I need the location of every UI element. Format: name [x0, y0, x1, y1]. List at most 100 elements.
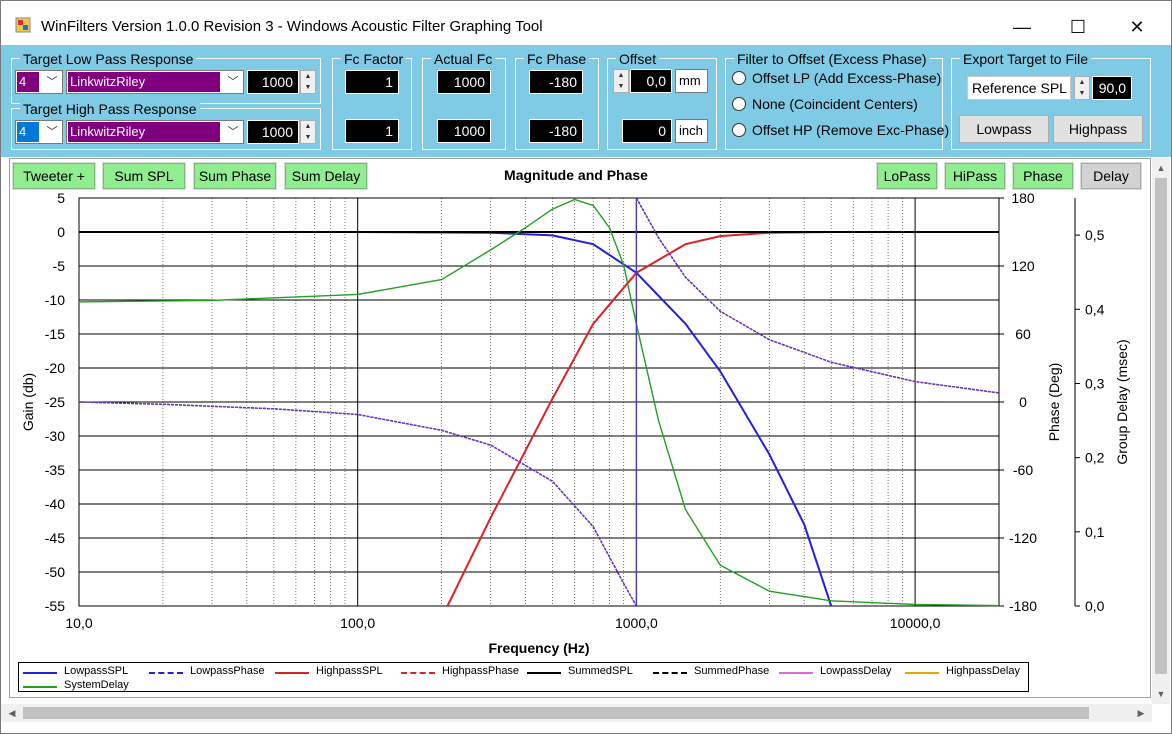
scroll-up-icon[interactable]: ▲	[1153, 160, 1169, 176]
chevron-down-icon: ﹀	[46, 126, 58, 138]
gain-tick-label: 0	[57, 224, 65, 240]
vertical-scrollbar[interactable]: ▲ ▼	[1152, 158, 1170, 704]
gain-tick-label: -10	[45, 292, 65, 308]
gain-tick-label: -30	[45, 428, 65, 444]
series-highpassspl	[446, 231, 999, 607]
offset-inch-input[interactable]: 0	[622, 119, 672, 143]
reference-spl-input[interactable]: 90,0	[1092, 76, 1132, 100]
gain-tick-label: 5	[57, 190, 65, 206]
series-lowpassspl	[79, 231, 833, 607]
delay-tick-label: 0,3	[1085, 375, 1105, 391]
app-icon	[15, 17, 31, 33]
gain-tick-label: -35	[45, 462, 65, 478]
phase-tick-label: -180	[1009, 598, 1037, 614]
export-title: Export Target to File	[960, 51, 1092, 67]
scroll-left-icon[interactable]: ◀	[4, 705, 20, 721]
lowpass-order-value: 4	[17, 72, 39, 92]
tweeter-plus-button[interactable]: Tweeter +	[12, 162, 96, 190]
radio-circle-icon	[732, 97, 746, 111]
minimize-button[interactable]: —	[1007, 13, 1037, 41]
radio-none-label: None (Coincident Centers)	[752, 96, 918, 112]
chart-grid	[78, 197, 1000, 607]
gain-tick-label: -40	[45, 496, 65, 512]
phase-axis-label: Phase (Deg)	[1046, 363, 1062, 442]
lopass-button[interactable]: LoPass	[876, 162, 938, 190]
close-button[interactable]: ✕	[1122, 13, 1152, 41]
radio-circle-icon	[732, 123, 746, 137]
highpass-actual-fc-value: 1000	[437, 119, 491, 143]
highpass-order-value: 4	[17, 122, 39, 142]
hipass-button[interactable]: HiPass	[944, 162, 1006, 190]
highpass-frequency-input[interactable]: 1000	[247, 120, 299, 144]
chevron-down-icon: ﹀	[227, 76, 239, 88]
export-highpass-button[interactable]: Highpass	[1053, 115, 1143, 143]
sum-spl-button[interactable]: Sum SPL	[102, 162, 186, 190]
magnitude-phase-chart: 5 0 -5 -10 -15 -20 -25 -30 -35 -40 -45 -50 -5510,0 10…	[20, 190, 1130, 656]
lowpass-type-select[interactable]: LinkwitzRiley ﹀	[66, 70, 244, 94]
offset-mm-input[interactable]: 0,0	[630, 69, 672, 93]
phase-tick-label: 120	[1011, 258, 1035, 274]
radio-offset-lp-label: Offset LP (Add Excess-Phase)	[752, 70, 942, 86]
chevron-down-icon: ﹀	[46, 76, 58, 88]
chart-legend: LowpassSPL LowpassPhase HighpassSPL High…	[18, 662, 1029, 692]
title-bar: WinFilters Version 1.0.0 Revision 3 - Wi…	[1, 1, 1171, 45]
phase-tick-label: 0	[1019, 394, 1027, 410]
radio-none[interactable]: None (Coincident Centers)	[732, 96, 918, 112]
phase-tick-label: 180	[1011, 190, 1035, 206]
offset-mm-spinner[interactable]: ▲ ▼	[613, 69, 629, 93]
lowpass-type-value: LinkwitzRiley	[68, 72, 220, 92]
radio-offset-hp-label: Offset HP (Remove Exc-Phase)	[752, 122, 950, 138]
highpass-order-select[interactable]: 4 ﹀	[15, 120, 63, 144]
chart-axes: 5 0 -5 -10 -15 -20 -25 -30 -35 -40 -45 -50 -5510,0 10…	[20, 190, 1130, 656]
lowpass-fc-phase-value: -180	[529, 70, 583, 94]
delay-tick-label: 0,0	[1085, 598, 1105, 614]
reference-spl-spinner[interactable]: ▲ ▼	[1074, 76, 1090, 100]
actual-fc-title: Actual Fc	[431, 51, 496, 67]
vertical-scroll-thumb[interactable]	[1155, 178, 1167, 674]
highpass-type-select[interactable]: LinkwitzRiley ﹀	[66, 120, 244, 144]
horizontal-scroll-thumb[interactable]	[23, 707, 1089, 719]
horizontal-scrollbar[interactable]: ◀ ▶	[1, 704, 1152, 722]
lowpass-order-select[interactable]: 4 ﹀	[15, 70, 63, 94]
lowpass-frequency-spinner[interactable]: ▲ ▼	[300, 70, 316, 94]
radio-offset-lp[interactable]: Offset LP (Add Excess-Phase)	[732, 70, 941, 86]
maximize-button[interactable]: ☐	[1063, 13, 1093, 41]
radio-offset-hp[interactable]: Offset HP (Remove Exc-Phase)	[732, 122, 949, 138]
scroll-down-icon[interactable]: ▼	[1153, 686, 1169, 702]
gain-tick-label: -15	[45, 326, 65, 342]
phase-tick-label: -120	[1009, 530, 1037, 546]
chart-title: Magnitude and Phase	[504, 167, 648, 183]
lowpass-frequency-input[interactable]: 1000	[247, 70, 299, 94]
offset-title: Offset	[616, 51, 660, 67]
highpass-fc-factor-input[interactable]: 1	[345, 119, 399, 143]
delay-button[interactable]: Delay	[1080, 162, 1142, 190]
lowpass-fc-factor-input[interactable]: 1	[345, 70, 399, 94]
gain-tick-label: -50	[45, 564, 65, 580]
gain-tick-label: -20	[45, 360, 65, 376]
highpass-frequency-spinner[interactable]: ▲ ▼	[300, 120, 316, 144]
window-title: WinFilters Version 1.0.0 Revision 3 - Wi…	[41, 18, 543, 35]
highpass-group-title: Target High Pass Response	[20, 101, 200, 117]
gain-tick-label: -45	[45, 530, 65, 546]
scroll-right-icon[interactable]: ▶	[1133, 705, 1149, 721]
gain-tick-label: -5	[53, 258, 66, 274]
delay-tick-label: 0,1	[1085, 524, 1105, 540]
frequency-tick-label: 1000,0	[615, 615, 658, 631]
export-lowpass-button[interactable]: Lowpass	[959, 115, 1049, 143]
phase-button[interactable]: Phase	[1012, 162, 1074, 190]
highpass-fc-phase-value: -180	[529, 119, 583, 143]
phase-tick-label: 60	[1015, 326, 1031, 342]
fc-phase-title: Fc Phase	[524, 51, 590, 67]
gain-tick-label: -25	[45, 394, 65, 410]
sum-phase-button[interactable]: Sum Phase	[193, 162, 277, 190]
fc-factor-title: Fc Factor	[341, 51, 407, 67]
radio-circle-icon	[732, 71, 746, 85]
offset-mm-unit: mm	[675, 69, 708, 93]
series-systemdelay	[78, 198, 1000, 607]
sum-delay-button[interactable]: Sum Delay	[284, 162, 368, 190]
highpass-type-value: LinkwitzRiley	[68, 122, 220, 142]
filter-offset-title: Filter to Offset (Excess Phase)	[734, 51, 930, 67]
frequency-tick-label: 10000,0	[890, 615, 941, 631]
frequency-tick-label: 10,0	[65, 615, 92, 631]
gain-axis-label: Gain (db)	[20, 373, 36, 431]
